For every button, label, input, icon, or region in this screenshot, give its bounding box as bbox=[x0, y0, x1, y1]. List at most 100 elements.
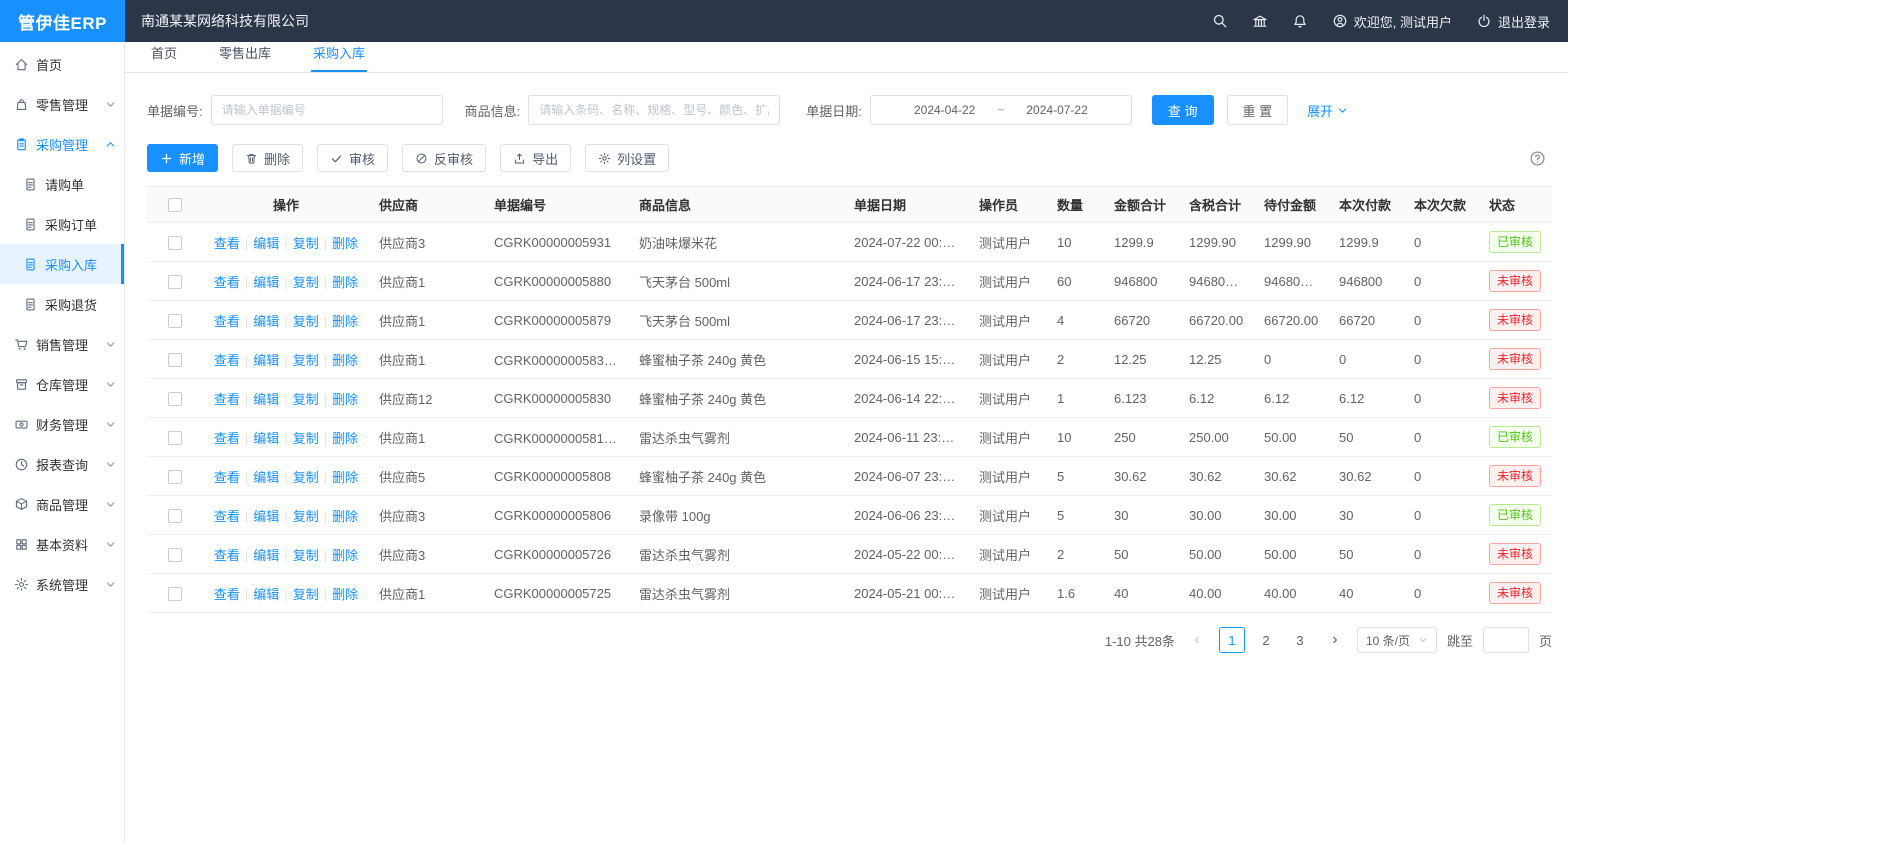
sidebar-item-purchase[interactable]: 采购管理 bbox=[0, 124, 124, 164]
row-checkbox[interactable] bbox=[168, 353, 182, 367]
sidebar-item-sales[interactable]: 销售管理 bbox=[0, 324, 124, 364]
bell-icon[interactable] bbox=[1292, 13, 1308, 29]
row-checkbox[interactable] bbox=[168, 392, 182, 406]
doc-no-input[interactable] bbox=[211, 95, 443, 125]
row-action-copy[interactable]: 复制 bbox=[293, 314, 319, 329]
row-action-edit[interactable]: 编辑 bbox=[253, 314, 279, 329]
sidebar-item-purchase-order[interactable]: 采购订单 bbox=[0, 204, 124, 244]
row-action-delete[interactable]: 删除 bbox=[332, 431, 358, 446]
row-action-delete[interactable]: 删除 bbox=[332, 392, 358, 407]
export-button[interactable]: 导出 bbox=[500, 144, 571, 172]
table-row: 查看|编辑|复制|删除供应商1CGRK00000005725雷达杀虫气雾剂202… bbox=[147, 574, 1552, 613]
delete-button[interactable]: 删除 bbox=[232, 144, 303, 172]
row-action-view[interactable]: 查看 bbox=[214, 236, 240, 251]
sidebar-item-basic-data[interactable]: 基本资料 bbox=[0, 524, 124, 564]
reset-button[interactable]: 重 置 bbox=[1227, 95, 1289, 125]
clock-icon bbox=[14, 457, 29, 472]
row-action-copy[interactable]: 复制 bbox=[293, 587, 319, 602]
sidebar-item-warehouse[interactable]: 仓库管理 bbox=[0, 364, 124, 404]
row-action-edit[interactable]: 编辑 bbox=[253, 353, 279, 368]
row-action-delete[interactable]: 删除 bbox=[332, 236, 358, 251]
row-action-delete[interactable]: 删除 bbox=[332, 548, 358, 563]
tab-home[interactable]: 首页 bbox=[149, 43, 179, 72]
user-menu[interactable]: 欢迎您, 测试用户 bbox=[1332, 12, 1452, 31]
unaudit-button[interactable]: 反审核 bbox=[402, 144, 486, 172]
row-action-copy[interactable]: 复制 bbox=[293, 236, 319, 251]
row-select-cell bbox=[147, 262, 203, 301]
tab-purchase-inbound[interactable]: 采购入库 bbox=[311, 43, 367, 72]
page-number-1[interactable]: 1 bbox=[1219, 627, 1245, 653]
row-action-delete[interactable]: 删除 bbox=[332, 353, 358, 368]
column-header-operator: 操作员 bbox=[969, 187, 1047, 223]
sidebar-item-finance[interactable]: 财务管理 bbox=[0, 404, 124, 444]
row-checkbox[interactable] bbox=[168, 275, 182, 289]
row-action-edit[interactable]: 编辑 bbox=[253, 236, 279, 251]
sidebar-item-purchase-inbound[interactable]: 采购入库 bbox=[0, 244, 124, 284]
expand-filters-link[interactable]: 展开 bbox=[1307, 101, 1348, 120]
row-action-delete[interactable]: 删除 bbox=[332, 275, 358, 290]
sidebar-item-purchase-return[interactable]: 采购退货 bbox=[0, 284, 124, 324]
cell-paid: 6.12 bbox=[1329, 379, 1404, 418]
prev-page-button[interactable]: ‹ bbox=[1185, 627, 1209, 653]
help-icon[interactable] bbox=[1529, 150, 1546, 167]
row-checkbox[interactable] bbox=[168, 587, 182, 601]
tab-retail-outbound[interactable]: 零售出库 bbox=[217, 43, 273, 72]
row-action-copy[interactable]: 复制 bbox=[293, 470, 319, 485]
row-action-edit[interactable]: 编辑 bbox=[253, 509, 279, 524]
cell-product: 飞天茅台 500ml bbox=[629, 301, 844, 340]
row-action-view[interactable]: 查看 bbox=[214, 470, 240, 485]
search-icon[interactable] bbox=[1212, 13, 1228, 29]
sidebar-item-home[interactable]: 首页 bbox=[0, 44, 124, 84]
bank-icon[interactable] bbox=[1252, 13, 1268, 29]
audit-button[interactable]: 审核 bbox=[317, 144, 388, 172]
column-settings-button[interactable]: 列设置 bbox=[585, 144, 669, 172]
row-action-edit[interactable]: 编辑 bbox=[253, 275, 279, 290]
row-checkbox[interactable] bbox=[168, 431, 182, 445]
add-button[interactable]: 新增 bbox=[147, 144, 218, 172]
sidebar-item-purchase-request[interactable]: 请购单 bbox=[0, 164, 124, 204]
row-checkbox[interactable] bbox=[168, 509, 182, 523]
row-action-delete[interactable]: 删除 bbox=[332, 470, 358, 485]
row-action-delete[interactable]: 删除 bbox=[332, 314, 358, 329]
row-checkbox[interactable] bbox=[168, 470, 182, 484]
sidebar-item-goods[interactable]: 商品管理 bbox=[0, 484, 124, 524]
select-all-checkbox[interactable] bbox=[168, 198, 182, 212]
sidebar-item-report[interactable]: 报表查询 bbox=[0, 444, 124, 484]
sidebar-item-system[interactable]: 系统管理 bbox=[0, 564, 124, 604]
date-range-picker[interactable]: 2024-04-22 ~ 2024-07-22 bbox=[870, 95, 1132, 125]
row-action-view[interactable]: 查看 bbox=[214, 548, 240, 563]
jump-page-input[interactable] bbox=[1483, 627, 1529, 653]
product-info-input[interactable] bbox=[528, 95, 780, 125]
row-action-edit[interactable]: 编辑 bbox=[253, 392, 279, 407]
row-checkbox[interactable] bbox=[168, 548, 182, 562]
row-action-view[interactable]: 查看 bbox=[214, 353, 240, 368]
row-action-copy[interactable]: 复制 bbox=[293, 431, 319, 446]
search-button[interactable]: 查 询 bbox=[1152, 95, 1214, 125]
sidebar-item-retail[interactable]: 零售管理 bbox=[0, 84, 124, 124]
row-action-view[interactable]: 查看 bbox=[214, 431, 240, 446]
row-action-view[interactable]: 查看 bbox=[214, 392, 240, 407]
row-action-delete[interactable]: 删除 bbox=[332, 509, 358, 524]
page-size-select[interactable]: 10 条/页 bbox=[1357, 627, 1437, 653]
logout-button[interactable]: 退出登录 bbox=[1476, 12, 1550, 31]
row-action-copy[interactable]: 复制 bbox=[293, 353, 319, 368]
row-action-copy[interactable]: 复制 bbox=[293, 275, 319, 290]
page-number-2[interactable]: 2 bbox=[1253, 627, 1279, 653]
row-action-edit[interactable]: 编辑 bbox=[253, 431, 279, 446]
row-action-edit[interactable]: 编辑 bbox=[253, 587, 279, 602]
row-action-copy[interactable]: 复制 bbox=[293, 509, 319, 524]
page-number-3[interactable]: 3 bbox=[1287, 627, 1313, 653]
row-action-view[interactable]: 查看 bbox=[214, 314, 240, 329]
row-action-delete[interactable]: 删除 bbox=[332, 587, 358, 602]
next-page-button[interactable]: › bbox=[1323, 627, 1347, 653]
row-checkbox[interactable] bbox=[168, 314, 182, 328]
row-action-view[interactable]: 查看 bbox=[214, 509, 240, 524]
row-checkbox[interactable] bbox=[168, 236, 182, 250]
row-action-view[interactable]: 查看 bbox=[214, 275, 240, 290]
row-action-copy[interactable]: 复制 bbox=[293, 548, 319, 563]
row-action-copy[interactable]: 复制 bbox=[293, 392, 319, 407]
row-action-view[interactable]: 查看 bbox=[214, 587, 240, 602]
row-select-cell bbox=[147, 379, 203, 418]
row-action-edit[interactable]: 编辑 bbox=[253, 470, 279, 485]
row-action-edit[interactable]: 编辑 bbox=[253, 548, 279, 563]
